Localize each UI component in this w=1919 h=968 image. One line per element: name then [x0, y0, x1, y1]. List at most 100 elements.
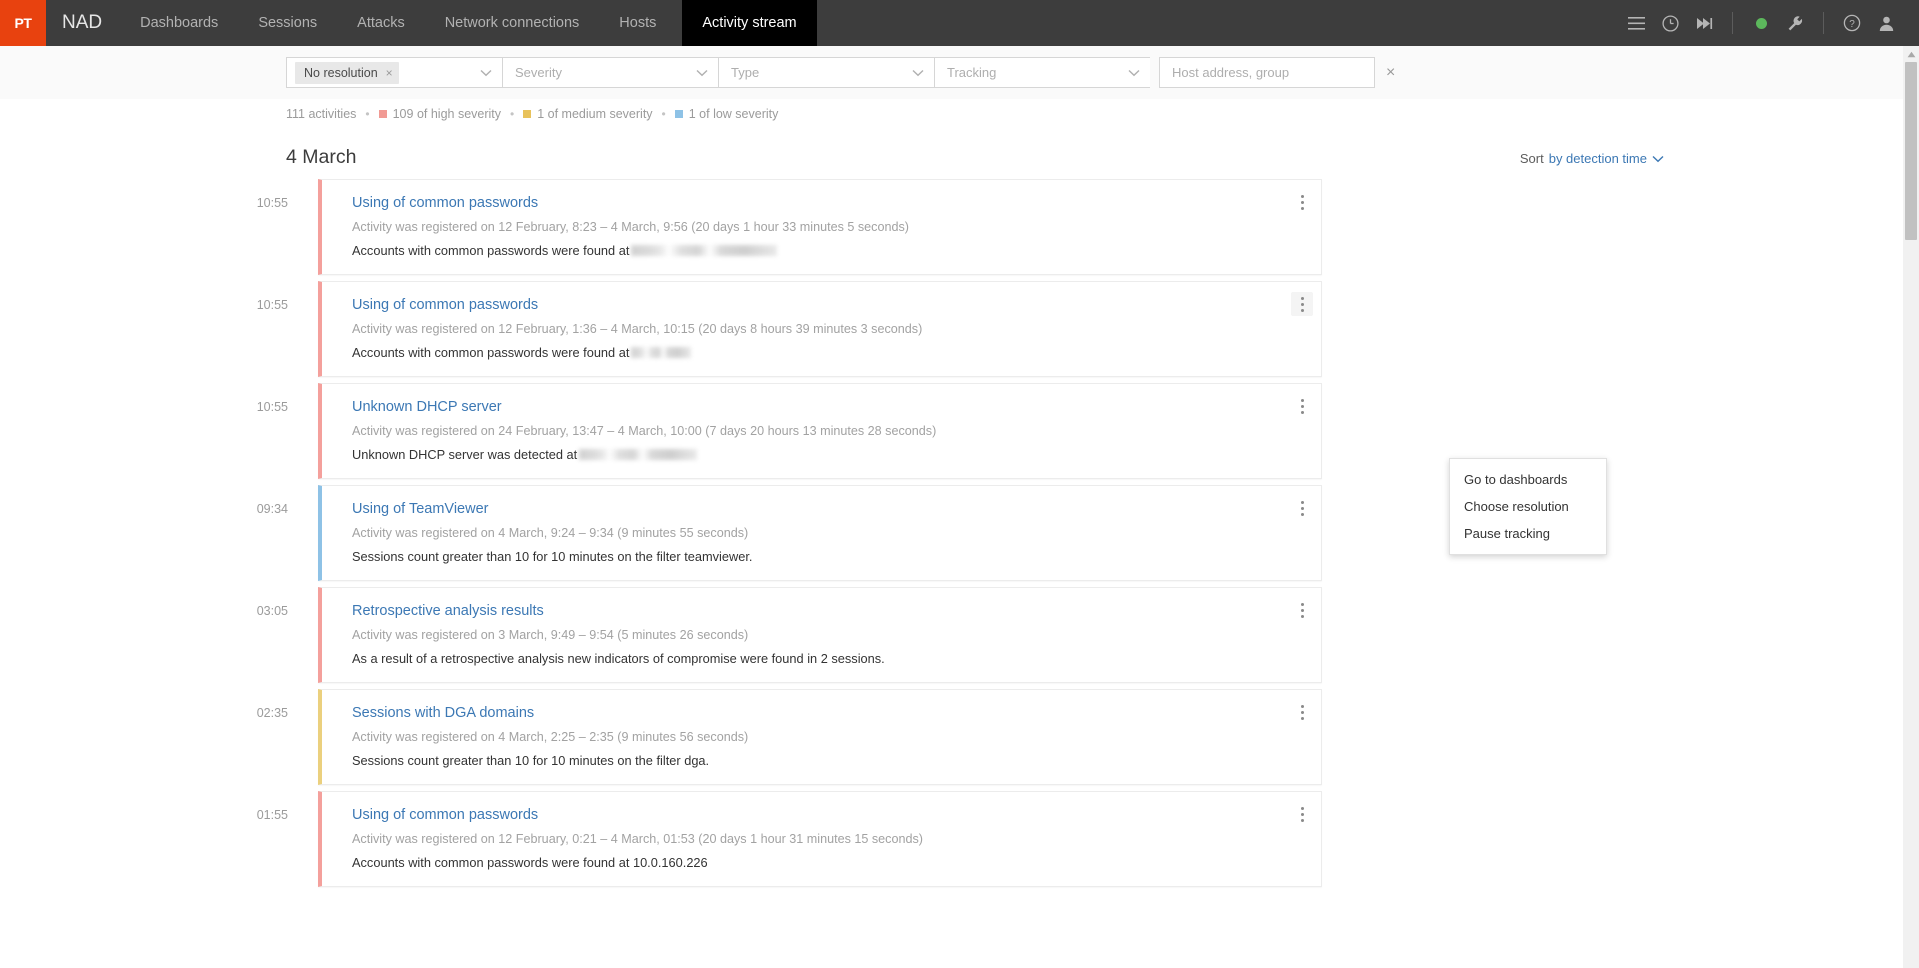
summary-separator: •: [661, 107, 666, 121]
activity-kebab-menu-icon[interactable]: [1291, 598, 1313, 622]
activity-description: Sessions count greater than 10 for 10 mi…: [352, 549, 1303, 564]
product-name: NAD: [62, 12, 103, 33]
activity-row: 01:55 Using of common passwords Activity w…: [232, 791, 1322, 887]
date-header: 4 March: [0, 121, 1919, 179]
top-navigation-bar: PT NAD Dashboards Sessions Attacks Netwo…: [0, 0, 1919, 46]
user-avatar-icon[interactable]: [1869, 0, 1903, 46]
activity-kebab-menu-icon[interactable]: [1291, 496, 1313, 520]
activity-summary: 111 activities • 109 of high severity • …: [0, 99, 1919, 121]
activity-kebab-menu-icon[interactable]: [1291, 292, 1313, 316]
nav-divider-2: [1823, 12, 1824, 34]
pt-logo[interactable]: PT: [0, 0, 46, 46]
summary-low-severity: 1 of low severity: [674, 107, 778, 121]
context-menu-item-choose-resolution[interactable]: Choose resolution: [1450, 493, 1606, 520]
activity-time: 03:05: [256, 604, 288, 618]
activity-title-link[interactable]: Retrospective analysis results: [352, 603, 544, 619]
page-title: 4 March: [286, 146, 357, 168]
activity-description: Accounts with common passwords were foun…: [352, 243, 1303, 258]
activity-row: 10:55 Using of common passwords Activity w…: [232, 281, 1322, 377]
nav-item-dashboards[interactable]: Dashboards: [120, 0, 238, 46]
activity-title-link[interactable]: Using of common passwords: [352, 195, 538, 211]
logo-label: PT: [14, 15, 32, 31]
help-circle-icon[interactable]: ?: [1835, 0, 1869, 46]
activity-title-link[interactable]: Sessions with DGA domains: [352, 705, 534, 721]
activity-registration-period: Activity was registered on 24 February, …: [352, 424, 937, 438]
activity-title-link[interactable]: Unknown DHCP server: [352, 399, 502, 415]
activity-registration-period: Activity was registered on 4 March, 9:24…: [352, 526, 749, 540]
context-menu-item-pause-tracking[interactable]: Pause tracking: [1450, 520, 1606, 547]
activity-kebab-menu-icon[interactable]: [1291, 190, 1313, 214]
activity-description-text: As a result of a retrospective analysis …: [352, 651, 885, 666]
activity-row: 09:34 Using of TeamViewer Activity was reg…: [232, 485, 1322, 581]
resolution-chip: No resolution ×: [295, 61, 399, 84]
activity-title-link[interactable]: Using of TeamViewer: [352, 501, 488, 517]
activity-row: 02:35 Sessions with DGA domains Activity w…: [232, 689, 1322, 785]
resolution-filter[interactable]: No resolution ×: [286, 57, 502, 88]
activity-description-text: Sessions count greater than 10 for 10 mi…: [352, 549, 753, 564]
nav-items: Dashboards Sessions Attacks Network conn…: [120, 0, 817, 46]
activity-title-link[interactable]: Using of common passwords: [352, 297, 538, 313]
host-address-filter[interactable]: Host address, group: [1159, 57, 1375, 88]
resolution-chip-remove-icon[interactable]: ×: [386, 67, 393, 79]
host-address-placeholder: Host address, group: [1172, 65, 1290, 80]
activity-registration-period: Activity was registered on 12 February, …: [352, 322, 923, 336]
activity-description: As a result of a retrospective analysis …: [352, 651, 1303, 666]
activity-row: 10:55 Unknown DHCP server Activity was reg…: [232, 383, 1322, 479]
high-severity-swatch: [378, 110, 387, 118]
nav-item-hosts[interactable]: Hosts: [599, 0, 676, 46]
redacted-host-address: [631, 245, 778, 256]
nav-item-sessions[interactable]: Sessions: [238, 0, 337, 46]
activity-registration-period: Activity was registered on 4 March, 2:25…: [352, 730, 749, 744]
activity-card[interactable]: Unknown DHCP server Activity was register…: [318, 383, 1322, 479]
activity-description-text: Unknown DHCP server was detected at: [352, 447, 578, 462]
activity-registration-period: Activity was registered on 12 February, …: [352, 220, 909, 234]
clear-filters-icon[interactable]: ×: [1386, 64, 1395, 81]
chevron-down-icon: [480, 64, 492, 82]
redacted-host-address: [631, 347, 692, 358]
filter-bar: No resolution × Severity Type Tracking H…: [0, 46, 1919, 99]
activity-card[interactable]: Retrospective analysis results Activity w…: [318, 587, 1322, 683]
activity-card[interactable]: Using of common passwords Activity was re…: [318, 791, 1322, 887]
wrench-icon[interactable]: [1778, 0, 1812, 46]
severity-filter-placeholder: Severity: [515, 65, 562, 80]
summary-total: 111 activities: [286, 107, 357, 121]
clock-icon[interactable]: [1653, 0, 1687, 46]
low-severity-swatch: [674, 110, 683, 118]
activity-description: Accounts with common passwords were foun…: [352, 855, 1303, 870]
activity-kebab-menu-icon[interactable]: [1291, 394, 1313, 418]
type-filter[interactable]: Type: [718, 57, 934, 88]
sort-control[interactable]: Sort by detection time: [1520, 151, 1664, 166]
vertical-scrollbar[interactable]: [1903, 46, 1919, 968]
skip-forward-icon[interactable]: [1687, 0, 1721, 46]
activity-row: 03:05 Retrospective analysis results Activ…: [232, 587, 1322, 683]
activity-card[interactable]: Sessions with DGA domains Activity was re…: [318, 689, 1322, 785]
sort-value[interactable]: by detection time: [1549, 151, 1647, 166]
activity-title-link[interactable]: Using of common passwords: [352, 807, 538, 823]
nav-item-network-connections[interactable]: Network connections: [425, 0, 600, 46]
sort-label: Sort: [1519, 151, 1544, 166]
activity-description-text: Sessions count greater than 10 for 10 mi…: [352, 753, 710, 768]
activity-time: 10:55: [256, 298, 288, 312]
nav-item-attacks[interactable]: Attacks: [337, 0, 425, 46]
severity-filter[interactable]: Severity: [502, 57, 718, 88]
scroll-up-arrow-icon[interactable]: [1903, 46, 1919, 62]
activity-description-text: Accounts with common passwords were foun…: [352, 345, 630, 360]
activity-time: 02:35: [256, 706, 288, 720]
status-dot-icon[interactable]: [1744, 0, 1778, 46]
activity-card[interactable]: Using of common passwords Activity was re…: [318, 179, 1322, 275]
svg-text:?: ?: [1849, 19, 1855, 30]
nav-item-activity-stream[interactable]: Activity stream: [682, 0, 817, 46]
activity-list: 10:55 Using of common passwords Activity w…: [0, 179, 1919, 887]
resolution-chip-label: No resolution: [304, 65, 378, 80]
hamburger-menu-icon[interactable]: [1619, 0, 1653, 46]
activity-description: Accounts with common passwords were foun…: [352, 345, 1303, 360]
context-menu-item-go-to-dashboards[interactable]: Go to dashboards: [1450, 466, 1606, 493]
scrollbar-thumb[interactable]: [1905, 62, 1917, 240]
activity-kebab-menu-icon[interactable]: [1291, 802, 1313, 826]
summary-separator: •: [510, 107, 515, 121]
activity-card[interactable]: Using of common passwords Activity was re…: [318, 281, 1322, 377]
activity-card[interactable]: Using of TeamViewer Activity was register…: [318, 485, 1322, 581]
activity-kebab-menu-icon[interactable]: [1291, 700, 1313, 724]
summary-high-severity: 109 of high severity: [378, 107, 501, 121]
tracking-filter[interactable]: Tracking: [934, 57, 1150, 88]
